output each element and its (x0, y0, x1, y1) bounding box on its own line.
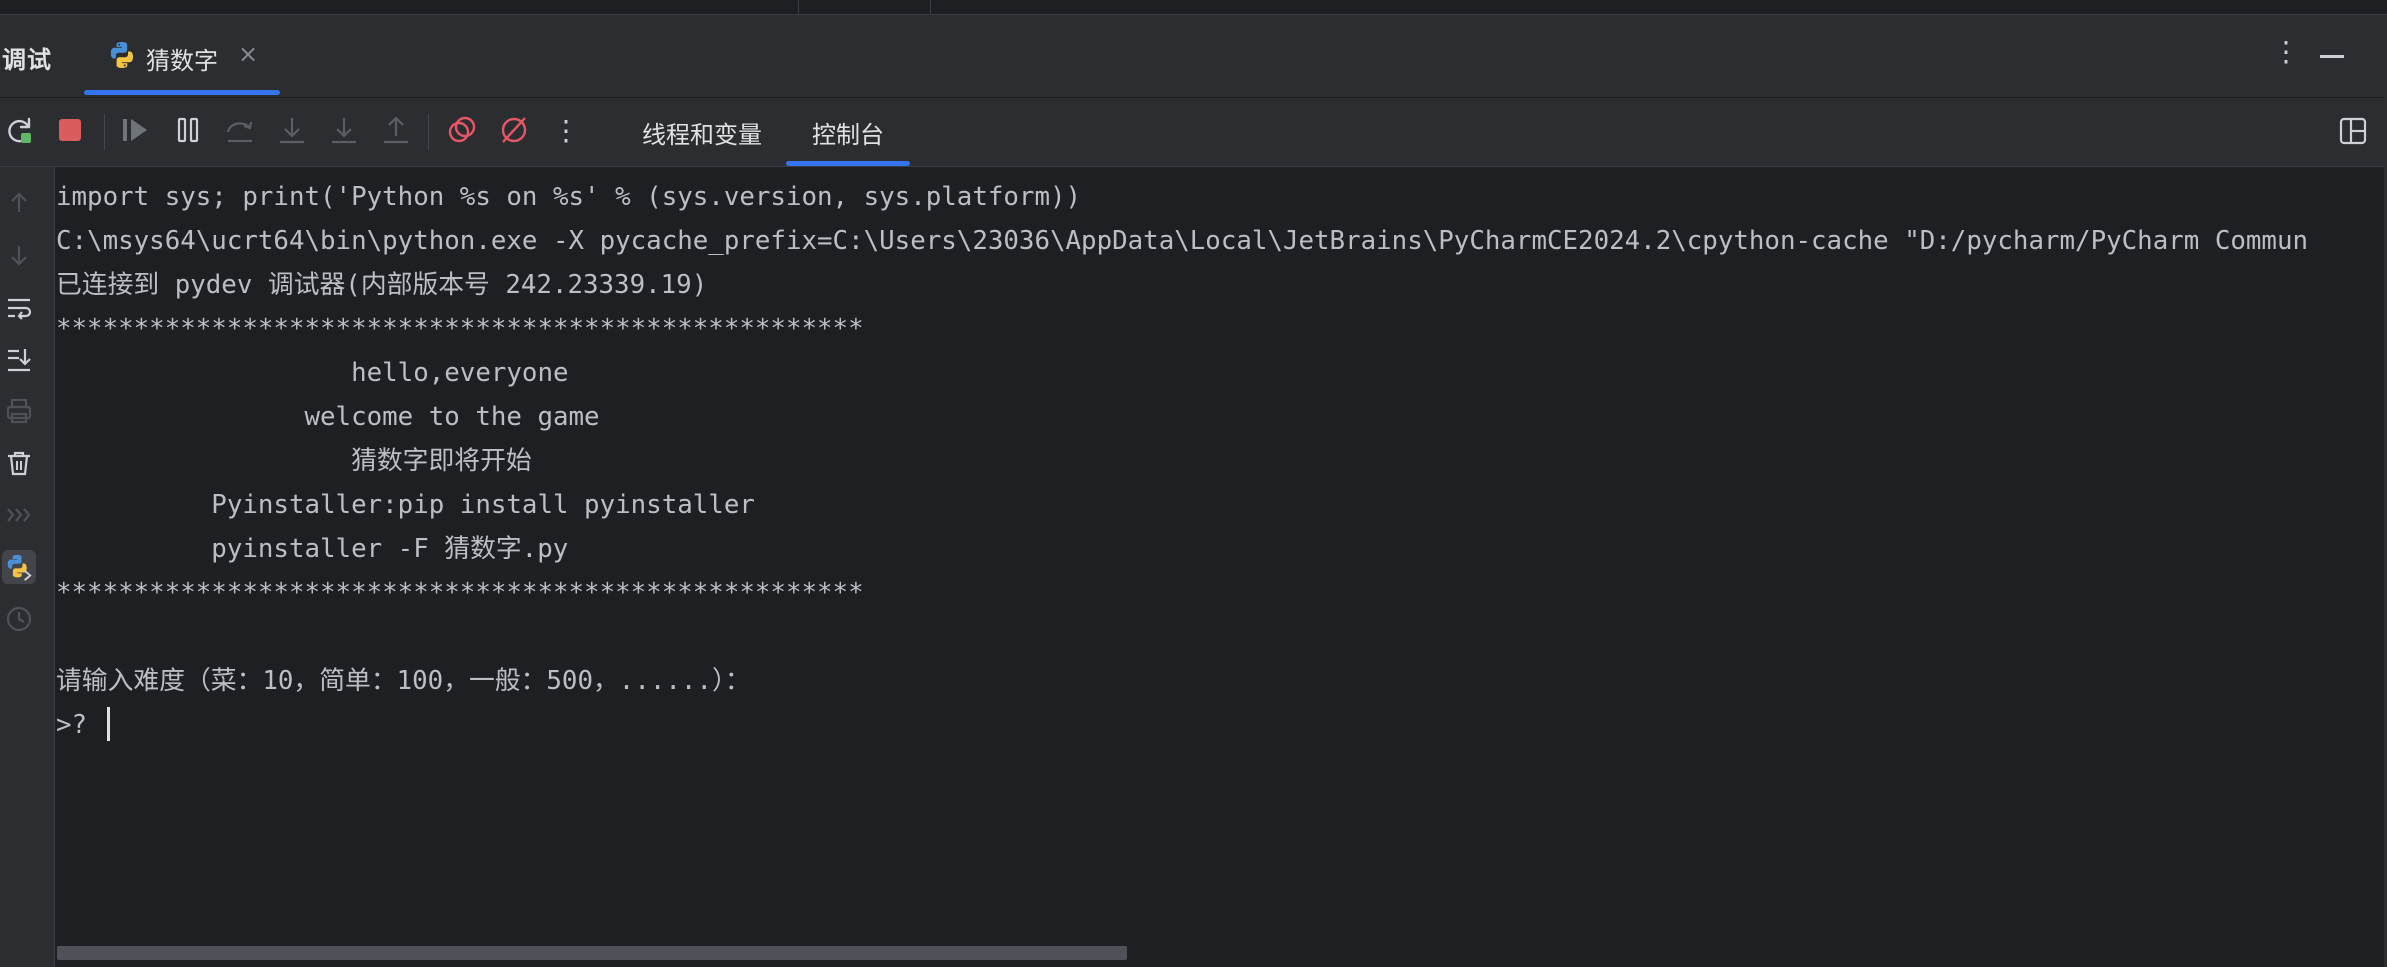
rerun-icon[interactable] (2, 112, 38, 148)
soft-wrap-icon[interactable] (2, 290, 36, 324)
console-line: ****************************************… (56, 314, 864, 344)
debug-session-tab[interactable]: 猜数字 × (84, 15, 280, 97)
scroll-to-end-icon[interactable] (2, 342, 36, 376)
step-out-icon[interactable] (378, 112, 414, 148)
console-line: hello,everyone (56, 358, 569, 388)
history-icon[interactable] (2, 602, 36, 636)
console-line: welcome to the game (56, 402, 600, 432)
debug-toolbar: ⋮ 线程和变量 控制台 (0, 98, 2387, 167)
toolbar-separator (428, 114, 429, 150)
console-line: import sys; print('Python %s on %s' % (s… (56, 182, 1082, 212)
python-file-icon (110, 42, 133, 68)
resume-icon[interactable] (118, 112, 154, 148)
pause-icon[interactable] (170, 112, 206, 148)
minimize-icon[interactable] (2320, 55, 2344, 58)
step-into-icon[interactable] (274, 112, 310, 148)
print-icon[interactable] (2, 394, 36, 428)
console-line: ****************************************… (56, 578, 864, 608)
console-line: Pyinstaller:pip install pyinstaller (56, 490, 755, 520)
console-side-toolbar (0, 167, 55, 967)
down-arrow-icon[interactable] (2, 238, 36, 272)
view-breakpoints-icon[interactable] (444, 112, 480, 148)
stop-icon[interactable] (52, 112, 88, 148)
input-prompt: >? (56, 710, 103, 740)
horizontal-scrollbar[interactable] (57, 946, 1127, 960)
tab-threads-and-variables[interactable]: 线程和变量 (620, 98, 784, 166)
editor-strip-segment (930, 0, 1001, 14)
text-cursor (106, 707, 110, 741)
tool-window-title: 调试 (2, 46, 52, 74)
console-line: 已连接到 pydev 调试器(内部版本号 242.23339.19) (56, 270, 708, 300)
more-options-icon[interactable]: ⋮ (2272, 37, 2300, 67)
more-icon[interactable]: ⋮ (548, 112, 584, 148)
show-command-queue-icon[interactable] (2, 498, 36, 532)
tab-console[interactable]: 控制台 (786, 98, 910, 166)
python-console-icon[interactable] (2, 550, 36, 584)
console-line: 猜数字即将开始 (56, 446, 532, 476)
tab-label: 猜数字 (146, 47, 218, 75)
toolbar-separator (104, 114, 105, 150)
mute-breakpoints-icon[interactable] (496, 112, 532, 148)
active-tab-indicator (84, 90, 280, 95)
debug-header: 调试 猜数字 × ⋮ (0, 15, 2387, 98)
console-line: 请输入难度（菜：10，简单：100，一般：500，......）： (56, 666, 751, 696)
layout-settings-icon[interactable] (2338, 116, 2368, 146)
step-over-icon[interactable] (222, 112, 258, 148)
editor-tab-strip-remnant (0, 0, 2387, 15)
console-text: import sys; print('Python %s on %s' % (s… (56, 175, 2308, 747)
console-input-line[interactable]: >? (56, 703, 2308, 747)
debug-tool-window: 调试 猜数字 × ⋮ ⋮ 线程和变量 控制台 import sys; print… (0, 0, 2387, 967)
console-line: pyinstaller -F 猜数字.py (56, 534, 569, 564)
up-arrow-icon[interactable] (2, 186, 36, 220)
editor-strip-segment (798, 0, 931, 14)
console-output[interactable]: import sys; print('Python %s on %s' % (s… (55, 167, 2387, 927)
console-line: C:\msys64\ucrt64\bin\python.exe -X pycac… (56, 226, 2309, 256)
step-into-my-code-icon[interactable] (326, 112, 362, 148)
close-icon[interactable]: × (238, 41, 258, 67)
clear-all-icon[interactable] (2, 446, 36, 480)
